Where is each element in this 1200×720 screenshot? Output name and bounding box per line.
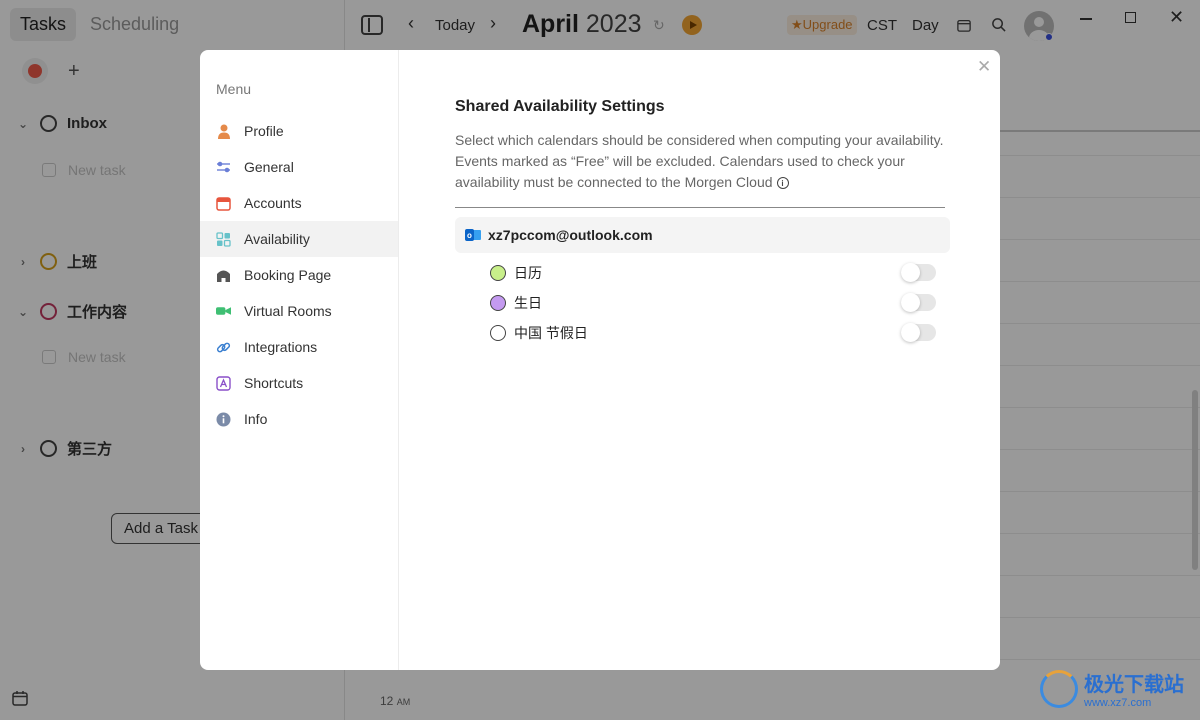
menu-item-label: Accounts (244, 195, 302, 211)
menu-item-general[interactable]: General (200, 149, 398, 185)
app-window: Tasks Scheduling + ⌄ Inbox New task › 上班… (0, 0, 1200, 720)
menu-item-booking-page[interactable]: Booking Page (200, 257, 398, 293)
calendar-toggle[interactable] (901, 263, 936, 282)
menu-item-shortcuts[interactable]: Shortcuts (200, 365, 398, 401)
calendar-name: 日历 (514, 265, 542, 281)
menu-item-label: Info (244, 411, 268, 427)
calendar-toggle[interactable] (901, 293, 936, 312)
info-icon[interactable]: i (776, 177, 789, 190)
calendar-color-icon (490, 325, 506, 341)
menu-item-label: Profile (244, 123, 284, 139)
menu-item-virtual-rooms[interactable]: Virtual Rooms (200, 293, 398, 329)
menu-item-accounts[interactable]: Accounts (200, 185, 398, 221)
watermark-text: 极光下载站 www.xz7.com (1084, 668, 1184, 709)
settings-menu: Menu Profile General Accounts Availabili… (200, 50, 399, 670)
sliders-icon (216, 160, 231, 175)
home-icon (216, 268, 231, 283)
menu-item-info[interactable]: Info (200, 401, 398, 437)
section-title: Shared Availability Settings (455, 98, 665, 115)
account-row: o xz7pccom@outlook.com (455, 217, 950, 253)
calendar-name: 生日 (514, 295, 542, 311)
calendar-color-icon (490, 295, 506, 311)
menu-item-integrations[interactable]: Integrations (200, 329, 398, 365)
calendar-row: 生日 (490, 291, 936, 315)
menu-item-label: General (244, 159, 294, 175)
settings-modal: Menu Profile General Accounts Availabili… (200, 50, 1000, 670)
calendar-name: 中国 节假日 (514, 325, 588, 341)
watermark: 极光下载站 www.xz7.com (1040, 668, 1184, 709)
menu-title: Menu (216, 81, 252, 97)
info-icon (216, 412, 231, 427)
calendar-color-icon (490, 265, 506, 281)
watermark-brand: 极光下载站 (1084, 674, 1184, 696)
menu-item-label: Shortcuts (244, 375, 304, 391)
watermark-url: www.xz7.com (1084, 697, 1152, 709)
divider (455, 207, 945, 208)
calendar-row: 中国 节假日 (490, 321, 936, 345)
shortcut-icon (216, 375, 231, 391)
menu-item-label: Virtual Rooms (244, 303, 332, 319)
menu-item-label: Integrations (244, 339, 318, 355)
account-email: xz7pccom@outlook.com (488, 227, 653, 243)
calendar-toggle[interactable] (901, 323, 936, 342)
menu-item-profile[interactable]: Profile (200, 113, 398, 149)
calendar-icon (216, 196, 231, 211)
outlook-icon: o (465, 228, 481, 242)
profile-icon (216, 124, 231, 139)
grid-icon (216, 231, 231, 247)
video-icon (216, 304, 231, 319)
description-text: Select which calendars should be conside… (455, 132, 944, 190)
menu-item-availability[interactable]: Availability (200, 221, 398, 257)
section-description: Select which calendars should be conside… (455, 130, 945, 193)
menu-item-label: Availability (244, 231, 310, 247)
watermark-logo-icon (1040, 669, 1078, 708)
link-icon (216, 340, 231, 355)
menu-item-label: Booking Page (244, 267, 332, 283)
calendar-row: 日历 (490, 261, 936, 285)
close-icon[interactable]: ✕ (977, 57, 991, 77)
